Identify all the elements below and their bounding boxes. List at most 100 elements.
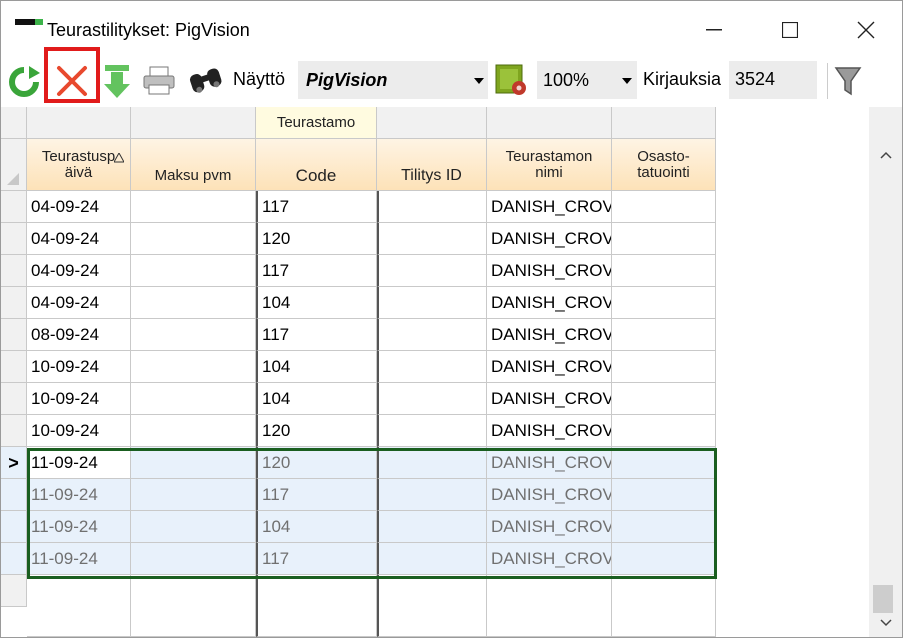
print-button[interactable] (141, 65, 177, 97)
new-row-cell[interactable] (27, 575, 131, 637)
cell-pay[interactable] (131, 447, 256, 479)
cell-name[interactable]: DANISH_CROV (487, 383, 612, 415)
row-header[interactable] (1, 287, 27, 319)
cell-dept[interactable] (612, 255, 716, 287)
cell-code[interactable]: 117 (256, 255, 377, 287)
cell-pay[interactable] (131, 319, 256, 351)
cell-pay[interactable] (131, 255, 256, 287)
cell-dept[interactable] (612, 383, 716, 415)
cell-dept[interactable] (612, 447, 716, 479)
cell-date[interactable]: 08-09-24 (27, 319, 131, 351)
new-row-cell[interactable] (256, 575, 377, 637)
row-header[interactable] (1, 255, 27, 287)
cell-pay[interactable] (131, 415, 256, 447)
cell-code[interactable]: 117 (256, 319, 377, 351)
cell-pay[interactable] (131, 223, 256, 255)
cell-date[interactable]: 11-09-24 (27, 543, 131, 575)
row-header[interactable] (1, 191, 27, 223)
cell-code[interactable]: 104 (256, 383, 377, 415)
cell-pay[interactable] (131, 479, 256, 511)
cell-code[interactable]: 104 (256, 351, 377, 383)
column-header-date[interactable]: Teurastusp äivä (27, 139, 131, 191)
cell-code[interactable]: 117 (256, 191, 377, 223)
cell-tid[interactable] (377, 415, 487, 447)
close-button[interactable] (843, 13, 889, 47)
row-header[interactable] (1, 543, 27, 575)
cell-tid[interactable] (377, 383, 487, 415)
cell-tid[interactable] (377, 191, 487, 223)
cell-code[interactable]: 120 (256, 223, 377, 255)
row-header[interactable] (1, 223, 27, 255)
cell-dept[interactable] (612, 287, 716, 319)
row-header[interactable] (1, 511, 27, 543)
row-header[interactable]: > (1, 447, 27, 479)
new-row-cell[interactable] (377, 575, 487, 637)
cell-tid[interactable] (377, 479, 487, 511)
cell-dept[interactable] (612, 479, 716, 511)
new-row-cell[interactable] (487, 575, 612, 637)
new-row-header[interactable] (1, 575, 27, 607)
cell-tid[interactable] (377, 511, 487, 543)
cell-name[interactable]: DANISH_CROV (487, 223, 612, 255)
cell-date[interactable]: 04-09-24 (27, 223, 131, 255)
cell-code[interactable]: 104 (256, 287, 377, 319)
row-header[interactable] (1, 319, 27, 351)
view-select[interactable]: PigVision (298, 61, 488, 99)
row-header[interactable] (1, 479, 27, 511)
cell-date[interactable]: 04-09-24 (27, 255, 131, 287)
cell-pay[interactable] (131, 287, 256, 319)
cell-pay[interactable] (131, 383, 256, 415)
scroll-down-button[interactable] (869, 609, 902, 637)
cell-code[interactable]: 117 (256, 543, 377, 575)
cell-tid[interactable] (377, 319, 487, 351)
cell-dept[interactable] (612, 223, 716, 255)
cell-date[interactable]: 04-09-24 (27, 191, 131, 223)
column-header-teurastamon-nimi[interactable]: Teurastamon nimi (487, 139, 612, 191)
cell-name[interactable]: DANISH_CROV (487, 255, 612, 287)
zoom-select[interactable]: 100% (537, 61, 637, 99)
report-settings-button[interactable] (493, 61, 529, 99)
cell-dept[interactable] (612, 351, 716, 383)
cell-date[interactable]: 11-09-24 (27, 447, 131, 479)
cell-name[interactable]: DANISH_CROV (487, 543, 612, 575)
cell-name[interactable]: DANISH_CROV (487, 447, 612, 479)
cell-name[interactable]: DANISH_CROV (487, 319, 612, 351)
cell-name[interactable]: DANISH_CROV (487, 191, 612, 223)
row-header[interactable] (1, 415, 27, 447)
cell-dept[interactable] (612, 319, 716, 351)
cell-name[interactable]: DANISH_CROV (487, 351, 612, 383)
cell-date[interactable]: 10-09-24 (27, 415, 131, 447)
cell-code[interactable]: 120 (256, 447, 377, 479)
cell-pay[interactable] (131, 191, 256, 223)
cell-code[interactable]: 117 (256, 479, 377, 511)
cell-date[interactable]: 04-09-24 (27, 287, 131, 319)
new-row-cell[interactable] (612, 575, 716, 637)
cell-tid[interactable] (377, 543, 487, 575)
column-header-code[interactable]: Code (256, 139, 377, 191)
refresh-button[interactable] (7, 65, 41, 99)
minimize-button[interactable] (691, 13, 737, 47)
cell-pay[interactable] (131, 511, 256, 543)
download-button[interactable] (101, 63, 133, 101)
cell-date[interactable]: 10-09-24 (27, 383, 131, 415)
cell-date[interactable]: 11-09-24 (27, 511, 131, 543)
column-header-osastotatuointi[interactable]: Osasto-tatuointi (612, 139, 716, 191)
new-row-cell[interactable] (131, 575, 256, 637)
cell-date[interactable]: 10-09-24 (27, 351, 131, 383)
cell-dept[interactable] (612, 543, 716, 575)
column-header-tilitys-id[interactable]: Tilitys ID (377, 139, 487, 191)
cell-tid[interactable] (377, 287, 487, 319)
cell-pay[interactable] (131, 351, 256, 383)
vertical-scrollbar[interactable] (869, 107, 902, 637)
maximize-button[interactable] (767, 13, 813, 47)
row-header[interactable] (1, 383, 27, 415)
row-header[interactable] (1, 351, 27, 383)
cell-code[interactable]: 120 (256, 415, 377, 447)
find-button[interactable] (187, 67, 227, 95)
cell-tid[interactable] (377, 351, 487, 383)
cell-date[interactable]: 11-09-24 (27, 479, 131, 511)
cell-tid[interactable] (377, 447, 487, 479)
cell-name[interactable]: DANISH_CROV (487, 415, 612, 447)
cell-name[interactable]: DANISH_CROV (487, 479, 612, 511)
cell-name[interactable]: DANISH_CROV (487, 511, 612, 543)
